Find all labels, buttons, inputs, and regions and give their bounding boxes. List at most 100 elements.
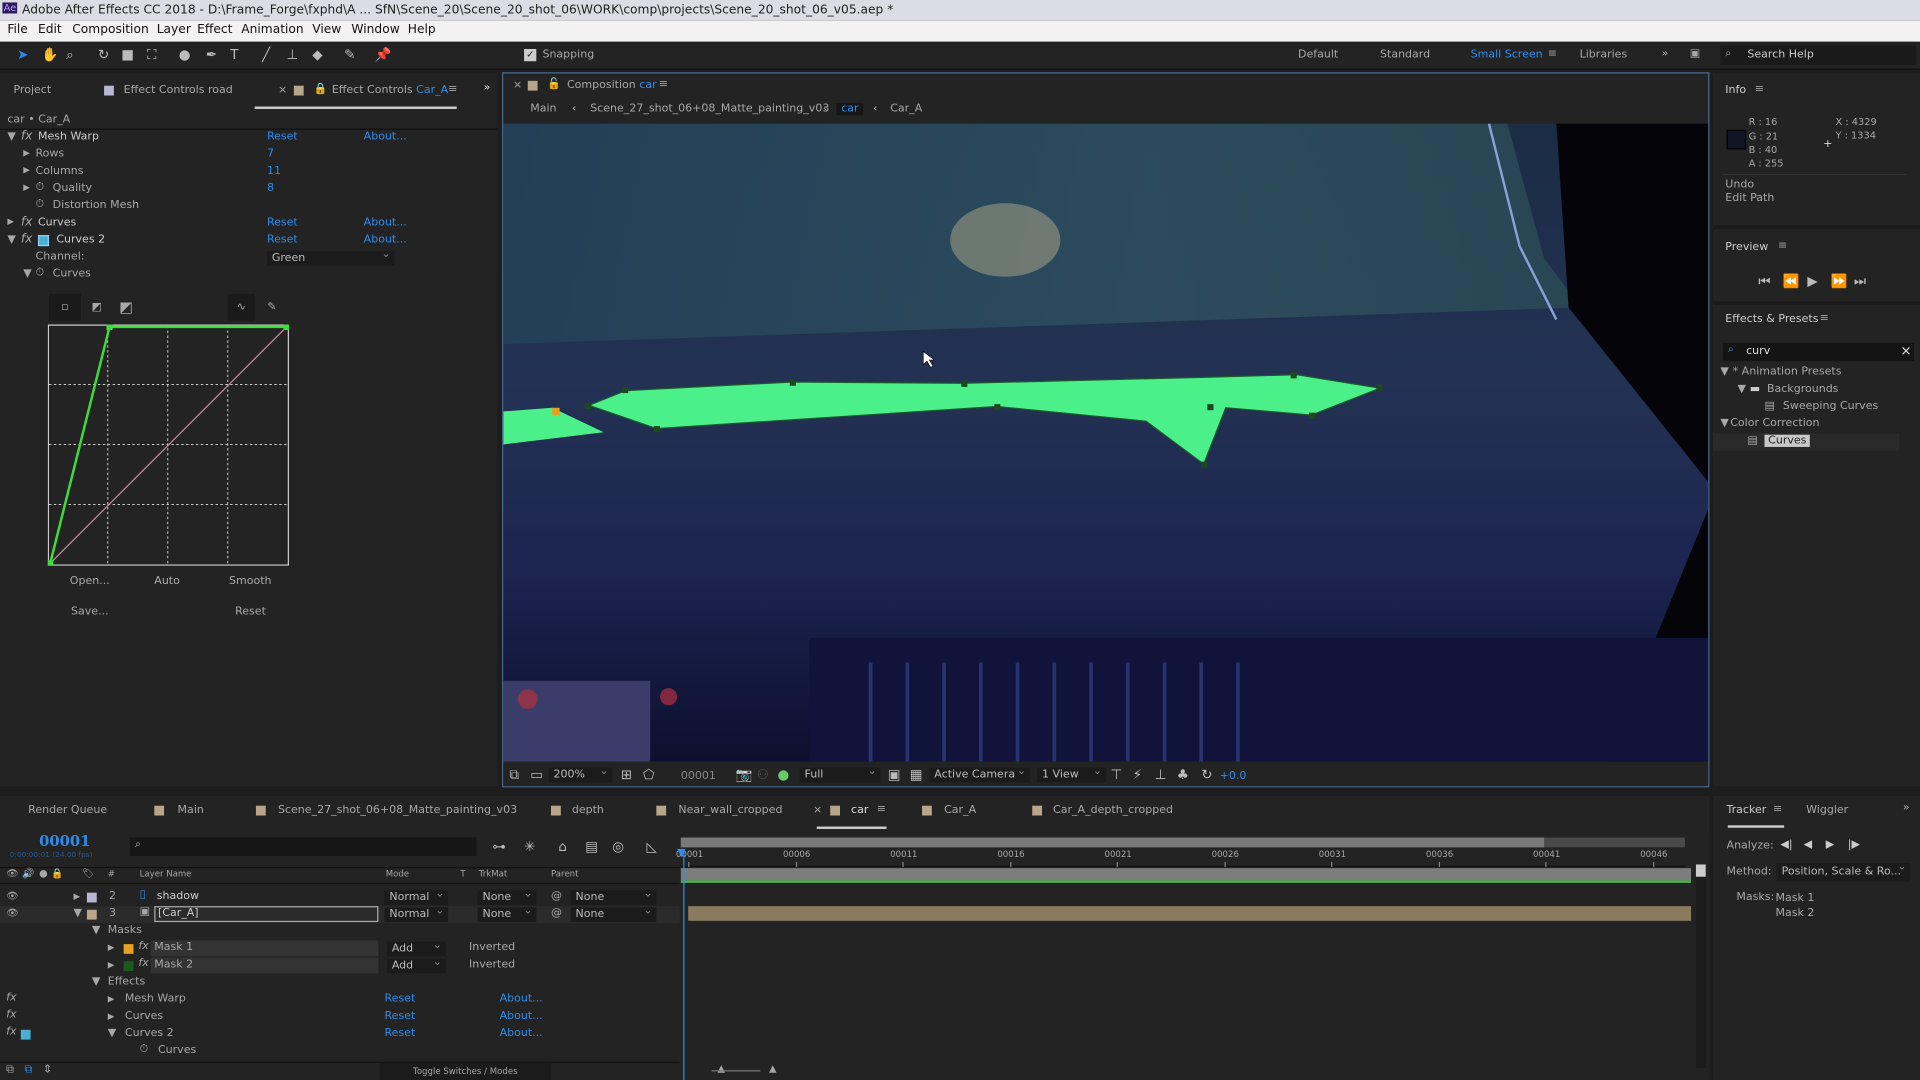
view-layout-dropdown[interactable]: 1 View: [1037, 765, 1106, 783]
effect-curves[interactable]: ▶ fx Curves Reset About...: [0, 216, 497, 233]
work-area-bar[interactable]: [680, 837, 1685, 848]
search-help-field[interactable]: ⌕ Search Help: [1720, 45, 1917, 65]
lock-icon[interactable]: 🔓: [547, 78, 561, 90]
effect-mesh-warp[interactable]: ▼ fx Mesh Warp Reset About...: [0, 130, 497, 147]
channel-icon[interactable]: ●: [778, 767, 790, 783]
hide-shy-layers-icon[interactable]: ⌂: [558, 839, 567, 855]
more-panels-icon[interactable]: »: [484, 82, 491, 94]
masks-group[interactable]: ▼ Masks: [0, 923, 680, 940]
about-link[interactable]: About...: [500, 1027, 543, 1039]
region-of-interest-icon[interactable]: ▣: [888, 767, 901, 783]
curves-save-button[interactable]: Save...: [71, 606, 109, 618]
parent-dropdown[interactable]: None: [570, 905, 657, 923]
mask-row[interactable]: ▶ fx Mask 1 Add Inverted: [0, 939, 680, 957]
menu-layer[interactable]: Layer: [157, 23, 191, 36]
stopwatch-icon[interactable]: ⏱: [36, 181, 45, 193]
selection-tool-icon[interactable]: ➤: [17, 47, 28, 63]
brush-tool-icon[interactable]: ╱: [262, 47, 270, 63]
tree-item[interactable]: ▼ * Animation Presets: [1713, 365, 1920, 382]
tab-effect-controls-road[interactable]: Effect Controls road: [124, 84, 233, 96]
panel-menu-icon[interactable]: ≡: [1773, 803, 1782, 815]
tab-matte-painting[interactable]: Scene_27_shot_06+08_Matte_painting_v03: [278, 804, 517, 816]
tab-effect-controls-car-a[interactable]: Effect Controls Car_A: [332, 84, 448, 96]
reset-button[interactable]: Reset: [267, 217, 298, 229]
zoom-in-icon[interactable]: ▲: [769, 1063, 777, 1074]
current-time-indicator[interactable]: [683, 849, 685, 1080]
workspace-small-screen[interactable]: Small Screen: [1471, 49, 1543, 61]
panel-menu-icon[interactable]: ≡: [1755, 83, 1764, 95]
panel-menu-icon[interactable]: ≡: [448, 83, 457, 95]
grid-guides-icon[interactable]: ⊞: [621, 767, 632, 783]
tree-item[interactable]: ▼ Color Correction: [1713, 416, 1920, 433]
lock-switch-icon[interactable]: 🔒: [51, 868, 63, 879]
tab-car[interactable]: car: [851, 804, 868, 816]
quality-value[interactable]: 8: [267, 182, 274, 194]
crumb-main[interactable]: Main: [530, 103, 556, 115]
play-icon[interactable]: ▶: [1807, 273, 1817, 289]
flowchart-icon[interactable]: ♣: [1177, 767, 1189, 783]
tab-project[interactable]: Project: [13, 84, 51, 96]
resolution-dropdown[interactable]: Full: [799, 765, 881, 783]
eye-icon[interactable]: 👁: [6, 890, 18, 901]
mode-dropdown[interactable]: Normal: [384, 888, 449, 905]
tracker-mask-1[interactable]: Mask 1: [1776, 893, 1815, 905]
effects-group[interactable]: ▼ Effects: [0, 975, 680, 992]
rotate-tool-icon[interactable]: ↻: [98, 47, 109, 63]
effect-row[interactable]: fx ▶ Mesh Warp Reset About...: [0, 992, 680, 1009]
tab-car-a-depth-cropped[interactable]: Car_A_depth_cropped: [1053, 804, 1173, 816]
transparency-grid-icon[interactable]: ▦: [910, 767, 923, 783]
analyze-forward-frame-icon[interactable]: |▶: [1848, 839, 1860, 851]
layer-name[interactable]: [Car_A]: [154, 906, 379, 923]
camera-tool-icon[interactable]: ■: [121, 47, 134, 63]
fx-icon[interactable]: fx: [6, 1026, 16, 1038]
close-tab-icon[interactable]: ×: [278, 84, 287, 96]
always-preview-icon[interactable]: ⧉: [509, 767, 519, 784]
in-out-icon[interactable]: ⇕: [43, 1064, 52, 1076]
layer-switches-icon[interactable]: ⧉: [6, 1064, 14, 1076]
reset-button[interactable]: Reset: [267, 131, 298, 143]
workspace-menu-icon[interactable]: ≡: [1548, 48, 1557, 60]
fast-previews-icon[interactable]: ⚡: [1133, 767, 1142, 783]
eraser-tool-icon[interactable]: ◆: [312, 47, 322, 63]
timeline-icon[interactable]: ⊥: [1155, 767, 1167, 783]
fx-icon[interactable]: fx: [6, 1009, 16, 1021]
snapping-checkbox[interactable]: ✓: [524, 48, 537, 62]
toggle-pixel-aspect-icon[interactable]: ⊤: [1111, 767, 1123, 783]
mask-row[interactable]: ▶ fx Mask 2 Add Inverted: [0, 956, 680, 975]
fx-icon[interactable]: fx: [6, 992, 16, 1004]
layer-row-car-a[interactable]: 👁 ▼ 3 ▣ [Car_A] Normal None @ None: [0, 905, 680, 924]
curves-auto-button[interactable]: Auto: [154, 576, 180, 588]
tree-item-selected[interactable]: ▤ Curves: [1713, 433, 1900, 451]
crumb-car-a[interactable]: Car_A: [890, 103, 922, 115]
playhead-icon[interactable]: ▼: [677, 847, 685, 859]
time-ruler[interactable]: 00001 00006 00011 00016 00021 00026 00031 00036…: [676, 850, 1685, 867]
mask-mode-dropdown[interactable]: Add: [386, 956, 446, 974]
curve-control-point[interactable]: [106, 324, 113, 331]
curves-graph[interactable]: [47, 324, 289, 566]
label-color[interactable]: [86, 909, 97, 920]
tracker-mask-2[interactable]: Mask 2: [1776, 907, 1815, 919]
stopwatch-icon[interactable]: ⏱: [140, 1043, 149, 1055]
label-tag-icon[interactable]: 🏷: [82, 868, 94, 879]
about-link[interactable]: About...: [500, 993, 543, 1005]
panel-menu-icon[interactable]: ≡: [1778, 240, 1787, 252]
curve-size-large-icon[interactable]: ◩: [113, 294, 140, 321]
tab-depth[interactable]: depth: [572, 804, 604, 816]
pencil-tool-icon[interactable]: ✎: [258, 294, 285, 321]
show-snapshot-icon[interactable]: ⚇: [757, 767, 769, 783]
zoom-slider[interactable]: [711, 1070, 761, 1072]
curves-smooth-button[interactable]: Smooth: [229, 576, 272, 588]
pick-whip-icon[interactable]: @: [551, 907, 562, 919]
time-graph[interactable]: 00001 00006 00011 00016 00021 00026 00031 00036…: [676, 832, 1710, 1080]
property-row[interactable]: ⏱ Curves: [0, 1043, 680, 1060]
method-dropdown[interactable]: Position, Scale & Ro...: [1776, 861, 1911, 882]
curves-open-button[interactable]: Open...: [70, 576, 110, 588]
current-timecode[interactable]: 00001: [39, 833, 90, 850]
mask-mode-dropdown[interactable]: Add: [386, 939, 446, 957]
sync-settings-icon[interactable]: ▣: [1690, 48, 1700, 60]
tab-car-a[interactable]: Car_A: [944, 804, 976, 816]
panel-menu-icon[interactable]: ≡: [659, 78, 668, 90]
analyze-forward-icon[interactable]: ▶: [1826, 839, 1834, 851]
close-tab-icon[interactable]: ×: [513, 80, 522, 92]
first-frame-icon[interactable]: ⏮: [1758, 273, 1770, 290]
